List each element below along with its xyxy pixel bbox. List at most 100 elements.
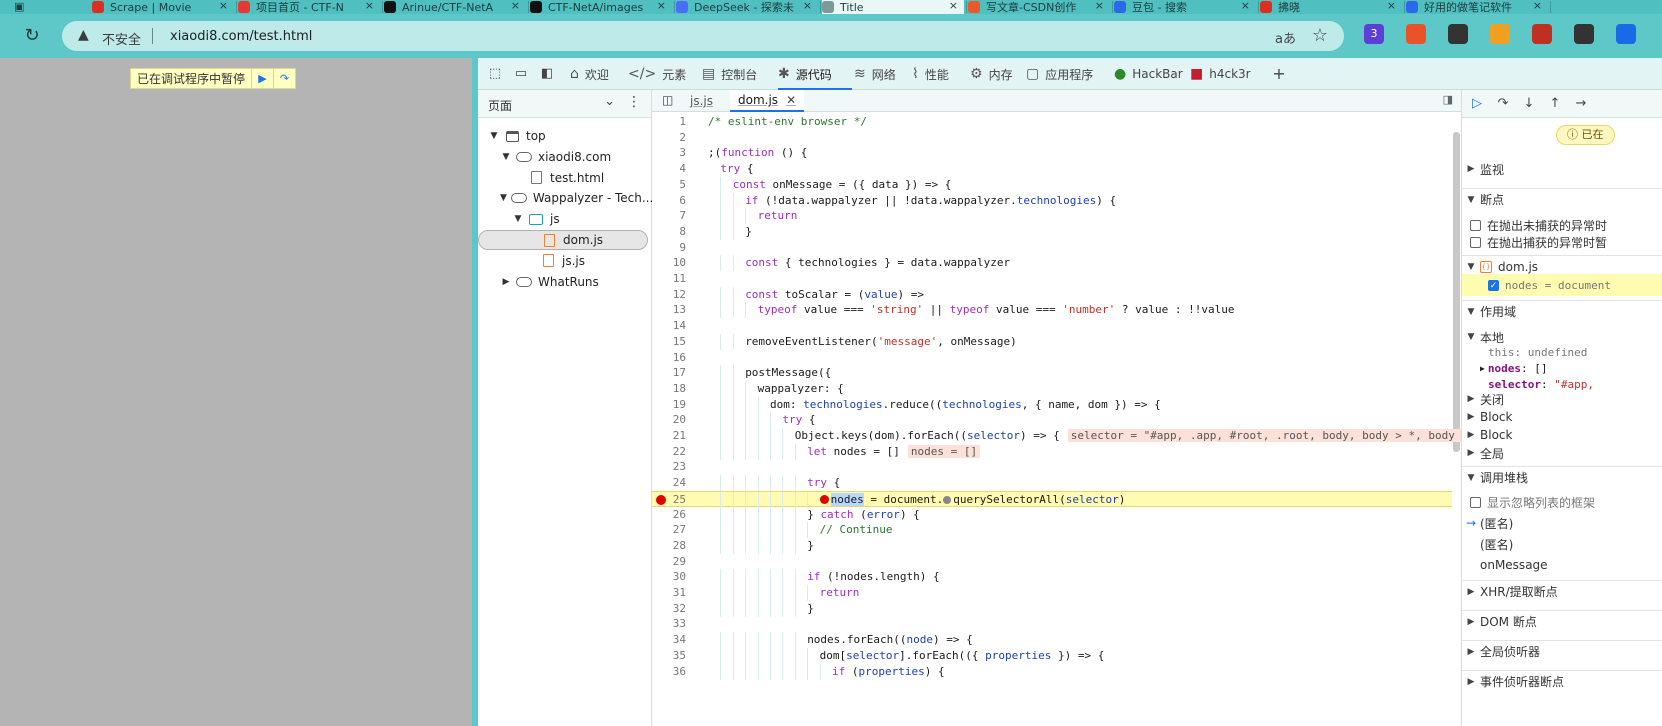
scope-global[interactable]: ▶ 全局	[1462, 442, 1662, 464]
line-number[interactable]: 11	[652, 271, 686, 287]
tree-item[interactable]: dom.js	[478, 230, 648, 250]
close-icon[interactable]: ×	[219, 0, 228, 12]
line-number[interactable]: 30	[652, 569, 686, 585]
browser-tab[interactable]: 项目首页 - CTF-N ×	[238, 0, 380, 14]
line-number[interactable]: 29	[652, 554, 686, 570]
code-line[interactable]: 3 ;(function () {	[652, 145, 1452, 161]
step-over-icon[interactable]: ↷	[273, 69, 295, 88]
line-number[interactable]: 3	[652, 145, 686, 161]
headset-ext-icon[interactable]	[1448, 24, 1468, 44]
scope-nodes[interactable]: ▶ nodes: []	[1480, 360, 1547, 377]
line-number[interactable]: 7	[652, 208, 686, 224]
tab-elements[interactable]: </> 元素	[628, 58, 698, 90]
code-line[interactable]: 23	[652, 459, 1452, 475]
browser-tab[interactable]: Scrape | Movie ×	[92, 0, 234, 14]
browser-tab[interactable]: DeepSeek - 探索未 ×	[676, 0, 818, 14]
call-frame-0[interactable]: → (匿名)	[1462, 512, 1662, 534]
line-number[interactable]: 27	[652, 522, 686, 538]
resume-icon[interactable]: ▷	[1468, 95, 1486, 113]
wheel-ext-icon[interactable]	[1490, 24, 1510, 44]
code-line[interactable]: 4 try {	[652, 161, 1452, 177]
code-line[interactable]: 20 try {	[652, 412, 1452, 429]
insecure-label[interactable]: 不安全	[102, 29, 141, 48]
device-toolbar-icon[interactable]: ▭	[512, 65, 530, 83]
tab-application[interactable]: ▢ 应用程序	[1026, 58, 1110, 90]
browser-tab[interactable]: Arinue/CTF-NetA ×	[384, 0, 526, 14]
close-icon[interactable]: ×	[511, 0, 520, 12]
line-number[interactable]: 10	[652, 255, 686, 271]
code-line[interactable]: 30 if (!nodes.length) {	[652, 569, 1452, 586]
scope-this[interactable]: this: undefined	[1488, 344, 1587, 361]
pause-uncaught-checkbox[interactable]	[1470, 219, 1481, 231]
code-line[interactable]: 5 const onMessage = ({ data }) => {	[652, 176, 1452, 193]
code-line[interactable]: 34 nodes.forEach((node) => {	[652, 632, 1452, 649]
code-line[interactable]: 6 if (!data.wappalyzer || !data.wappalyze…	[652, 192, 1452, 209]
warning-icon[interactable]: ▲	[78, 27, 89, 43]
code-line[interactable]: 9	[652, 240, 1452, 256]
section-event-listener-breakpoints[interactable]: ▶ 事件侦听器断点	[1462, 670, 1662, 692]
address-bar[interactable]: ▲ 不安全 xiaodi8.com/test.html aあ ☆	[62, 21, 1344, 51]
breakpoint-checkbox[interactable]: ✓	[1488, 279, 1499, 291]
code-line[interactable]: 15 removeEventListener('message', onMessa…	[652, 333, 1452, 350]
tree-item[interactable]: ▶ WhatRuns	[478, 272, 648, 292]
code-line[interactable]: 17 postMessage({	[652, 365, 1452, 382]
star-ext-icon[interactable]	[1616, 24, 1636, 44]
line-number[interactable]: 33	[652, 616, 686, 632]
code-line[interactable]: 33	[652, 616, 1452, 632]
step-icon[interactable]: →	[1572, 95, 1590, 113]
close-icon[interactable]: ×	[803, 0, 812, 12]
line-number[interactable]: 1	[652, 114, 686, 130]
browser-tab[interactable]: 拂晓 ×	[1260, 0, 1402, 14]
pause-caught-checkbox[interactable]	[1470, 236, 1481, 248]
browser-tab[interactable]: 写文章-CSDN创作 ×	[968, 0, 1110, 14]
line-number[interactable]: 24	[652, 475, 686, 491]
line-number[interactable]: 26	[652, 507, 686, 523]
line-number[interactable]: 2	[652, 130, 686, 146]
close-icon[interactable]: ×	[1095, 0, 1104, 12]
close-icon[interactable]: ×	[1241, 0, 1250, 12]
code-line[interactable]: 18 wappalyzer: {	[652, 380, 1452, 397]
browser-tab[interactable]: 好用的做笔记软件 ×	[1406, 0, 1548, 14]
line-number[interactable]: 18	[652, 381, 686, 397]
browser-tab[interactable]: 豆包 - 搜索 ×	[1114, 0, 1256, 14]
code-line[interactable]: 27 // Continue	[652, 522, 1452, 539]
step-over-icon[interactable]: ↷	[1494, 95, 1512, 113]
more-options-icon[interactable]: ⋮	[627, 94, 641, 110]
section-breakpoints[interactable]: ▼ 断点	[1462, 188, 1662, 210]
code-line[interactable]: 16	[652, 350, 1452, 366]
line-number[interactable]: 23	[652, 459, 686, 475]
code-area[interactable]: 1 /* eslint-env browser */ 2 3 ;(function ()…	[652, 112, 1461, 726]
code-line[interactable]: 36 if (properties) {	[652, 663, 1452, 680]
line-number[interactable]: 12	[652, 287, 686, 303]
code-line[interactable]: 29	[652, 554, 1452, 570]
editor-tab[interactable]: dom.js ✕	[730, 90, 805, 112]
line-number[interactable]: 17	[652, 365, 686, 381]
code-line[interactable]: 2	[652, 130, 1452, 146]
flag-ext-icon[interactable]	[1532, 24, 1552, 44]
line-number[interactable]: 6	[652, 193, 686, 209]
browser-tab[interactable]: Title ×	[822, 0, 964, 14]
tab-performance[interactable]: ⌇ 性能	[912, 58, 968, 90]
line-number[interactable]: 19	[652, 397, 686, 413]
tree-item[interactable]: ▼ xiaodi8.com	[478, 147, 648, 167]
tab-welcome[interactable]: ⌂ 欢迎	[570, 58, 624, 90]
line-number[interactable]: 15	[652, 334, 686, 350]
line-number[interactable]: 4	[652, 161, 686, 177]
line-number[interactable]: 35	[652, 648, 686, 664]
line-number[interactable]: 16	[652, 350, 686, 366]
code-line[interactable]: 11	[652, 271, 1452, 287]
step-into-icon[interactable]: ↓	[1520, 95, 1538, 113]
line-number[interactable]: 36	[652, 664, 686, 680]
layers-ext-icon[interactable]: 3	[1364, 24, 1384, 44]
line-number[interactable]: 31	[652, 585, 686, 601]
navigator-tab-page[interactable]: 页面	[488, 97, 512, 114]
code-line[interactable]: 28}	[652, 537, 1452, 554]
code-line[interactable]: 8}	[652, 223, 1452, 240]
toggle-navigator-icon[interactable]: ◫	[662, 93, 673, 107]
code-line[interactable]: 35 dom[selector].forEach(({ properties })…	[652, 647, 1452, 664]
hacker-ext-icon[interactable]	[1574, 24, 1594, 44]
line-number[interactable]: 21	[652, 428, 686, 444]
add-panel-icon[interactable]: +	[1270, 65, 1288, 83]
tab-memory[interactable]: ⚙ 内存	[970, 58, 1022, 90]
breakpoint-marker-icon[interactable]	[656, 494, 666, 505]
